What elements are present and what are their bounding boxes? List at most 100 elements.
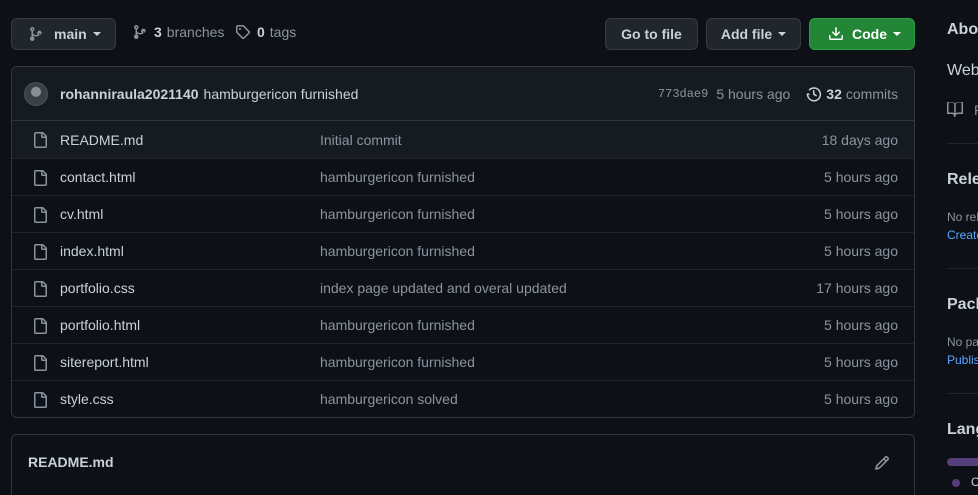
create-release-link[interactable]: Create xyxy=(947,228,978,242)
file-row[interactable]: portfolio.css index page updated and over… xyxy=(12,269,914,306)
file-commit-message-link[interactable]: index page updated and overal updated xyxy=(320,280,567,296)
file-icon-wrap xyxy=(32,207,48,226)
avatar[interactable] xyxy=(24,81,48,106)
add-file-label: Add file xyxy=(720,26,773,42)
file-row[interactable]: index.html hamburgericon furnished 5 hours… xyxy=(12,232,914,269)
language-dot xyxy=(952,479,960,487)
commit-sha-link[interactable]: 773dae9 xyxy=(658,87,708,101)
commits-count: 32 xyxy=(826,86,842,102)
commit-message-link[interactable]: hamburgericon furnished xyxy=(204,86,359,102)
add-file-button[interactable]: Add file xyxy=(706,18,801,50)
file-icon xyxy=(34,170,47,186)
file-list-box: rohanniraula2021140 hamburgericon furnis… xyxy=(11,66,915,418)
branch-name: main xyxy=(54,26,87,42)
file-commit-age: 5 hours ago xyxy=(824,391,898,407)
packages-text: No pa xyxy=(947,335,978,349)
packages-heading[interactable]: Pack xyxy=(947,296,978,314)
file-icon-wrap xyxy=(32,170,48,189)
readme-link[interactable]: R xyxy=(974,102,978,118)
file-commit-message-link[interactable]: hamburgericon furnished xyxy=(320,243,475,259)
file-icon-wrap xyxy=(32,132,48,151)
divider xyxy=(947,393,978,394)
chevron-down-icon xyxy=(92,32,101,36)
download-icon xyxy=(829,27,843,40)
file-icon-wrap xyxy=(32,281,48,300)
file-row[interactable]: sitereport.html hamburgericon furnished 5 … xyxy=(12,343,914,380)
branch-select-button[interactable]: main xyxy=(11,18,116,50)
file-name-link[interactable]: portfolio.html xyxy=(60,317,140,333)
file-commit-age: 18 days ago xyxy=(821,131,898,148)
branches-count: 3 xyxy=(154,24,162,40)
commit-time: 5 hours ago xyxy=(716,86,791,102)
tags-label: tags xyxy=(269,24,297,40)
chevron-down-icon xyxy=(893,32,901,36)
file-name-link[interactable]: README.md xyxy=(60,132,143,148)
file-commit-age: 17 hours ago xyxy=(816,280,898,296)
file-name-link[interactable]: sitereport.html xyxy=(60,354,149,370)
tag-icon xyxy=(235,25,251,40)
commits-label: commits xyxy=(845,86,898,102)
releases-heading[interactable]: Rele xyxy=(947,171,978,189)
file-icon xyxy=(34,392,47,408)
chevron-down-icon xyxy=(778,32,787,36)
file-commit-age: 5 hours ago xyxy=(824,317,898,333)
file-commit-message-link[interactable]: hamburgericon furnished xyxy=(320,206,475,222)
file-rows: README.md Initial commit 18 days ago contac… xyxy=(12,121,914,417)
file-icon-wrap xyxy=(32,244,48,263)
file-row[interactable]: portfolio.html hamburgericon furnished 5 h… xyxy=(12,306,914,343)
about-description: Web xyxy=(947,62,978,79)
file-row[interactable]: contact.html hamburgericon furnished 5 hou… xyxy=(12,158,914,195)
divider xyxy=(947,268,978,269)
file-commit-age: 5 hours ago xyxy=(824,354,898,370)
languages-heading: Lang xyxy=(947,421,978,438)
code-label: Code xyxy=(852,26,887,42)
file-row[interactable]: cv.html hamburgericon furnished 5 hours ag… xyxy=(12,195,914,232)
file-icon xyxy=(34,132,47,148)
about-heading: Abo xyxy=(947,21,978,38)
publish-package-link[interactable]: Publis xyxy=(947,353,978,367)
file-commit-message-link[interactable]: Initial commit xyxy=(320,132,402,148)
file-name-link[interactable]: portfolio.css xyxy=(60,280,135,296)
file-name-link[interactable]: index.html xyxy=(60,243,124,259)
file-commit-age: 5 hours ago xyxy=(824,206,898,222)
readme-box: README.md xyxy=(11,434,915,495)
branch-icon xyxy=(30,26,42,42)
language-bar xyxy=(947,458,978,466)
file-commit-message-link[interactable]: hamburgericon furnished xyxy=(320,317,475,333)
file-icon-wrap xyxy=(32,392,48,411)
history-icon xyxy=(806,87,822,102)
file-commit-message-link[interactable]: hamburgericon furnished xyxy=(320,169,475,185)
file-commit-age: 5 hours ago xyxy=(824,169,898,185)
commit-details: 773dae9 5 hours ago 32 commits xyxy=(658,67,898,121)
branches-link[interactable]: 3 branches xyxy=(132,24,224,40)
commit-author-link[interactable]: rohanniraula2021140 xyxy=(60,86,199,102)
sidebar: Abo Web R Rele No rel Create Pack No pa … xyxy=(946,0,978,495)
file-icon-wrap xyxy=(32,318,48,337)
file-icon xyxy=(34,355,47,371)
code-button[interactable]: Code xyxy=(809,18,915,50)
file-icon xyxy=(34,244,47,260)
file-icon-wrap xyxy=(32,355,48,374)
pencil-icon[interactable] xyxy=(874,455,890,471)
file-name-link[interactable]: style.css xyxy=(60,391,114,407)
divider xyxy=(947,143,978,144)
tags-count: 0 xyxy=(257,24,265,40)
branches-label: branches xyxy=(166,24,225,40)
commits-link[interactable]: 32 commits xyxy=(806,86,898,102)
file-name-link[interactable]: contact.html xyxy=(60,169,135,185)
file-row[interactable]: style.css hamburgericon solved 5 hours ago xyxy=(12,380,914,417)
book-icon xyxy=(947,101,963,117)
file-row[interactable]: README.md Initial commit 18 days ago xyxy=(12,121,914,158)
branch-icon xyxy=(134,24,146,40)
latest-commit-bar: rohanniraula2021140 hamburgericon furnis… xyxy=(12,67,914,121)
releases-text: No rel xyxy=(947,210,978,224)
tags-link[interactable]: 0 tags xyxy=(235,24,296,40)
file-name-link[interactable]: cv.html xyxy=(60,206,103,222)
language-name[interactable]: C xyxy=(971,475,978,489)
file-commit-message-link[interactable]: hamburgericon solved xyxy=(320,391,458,407)
go-to-file-button[interactable]: Go to file xyxy=(605,18,698,50)
file-commit-message-link[interactable]: hamburgericon furnished xyxy=(320,354,475,370)
file-icon xyxy=(34,281,47,297)
file-icon xyxy=(34,207,47,223)
readme-title: README.md xyxy=(28,454,114,470)
